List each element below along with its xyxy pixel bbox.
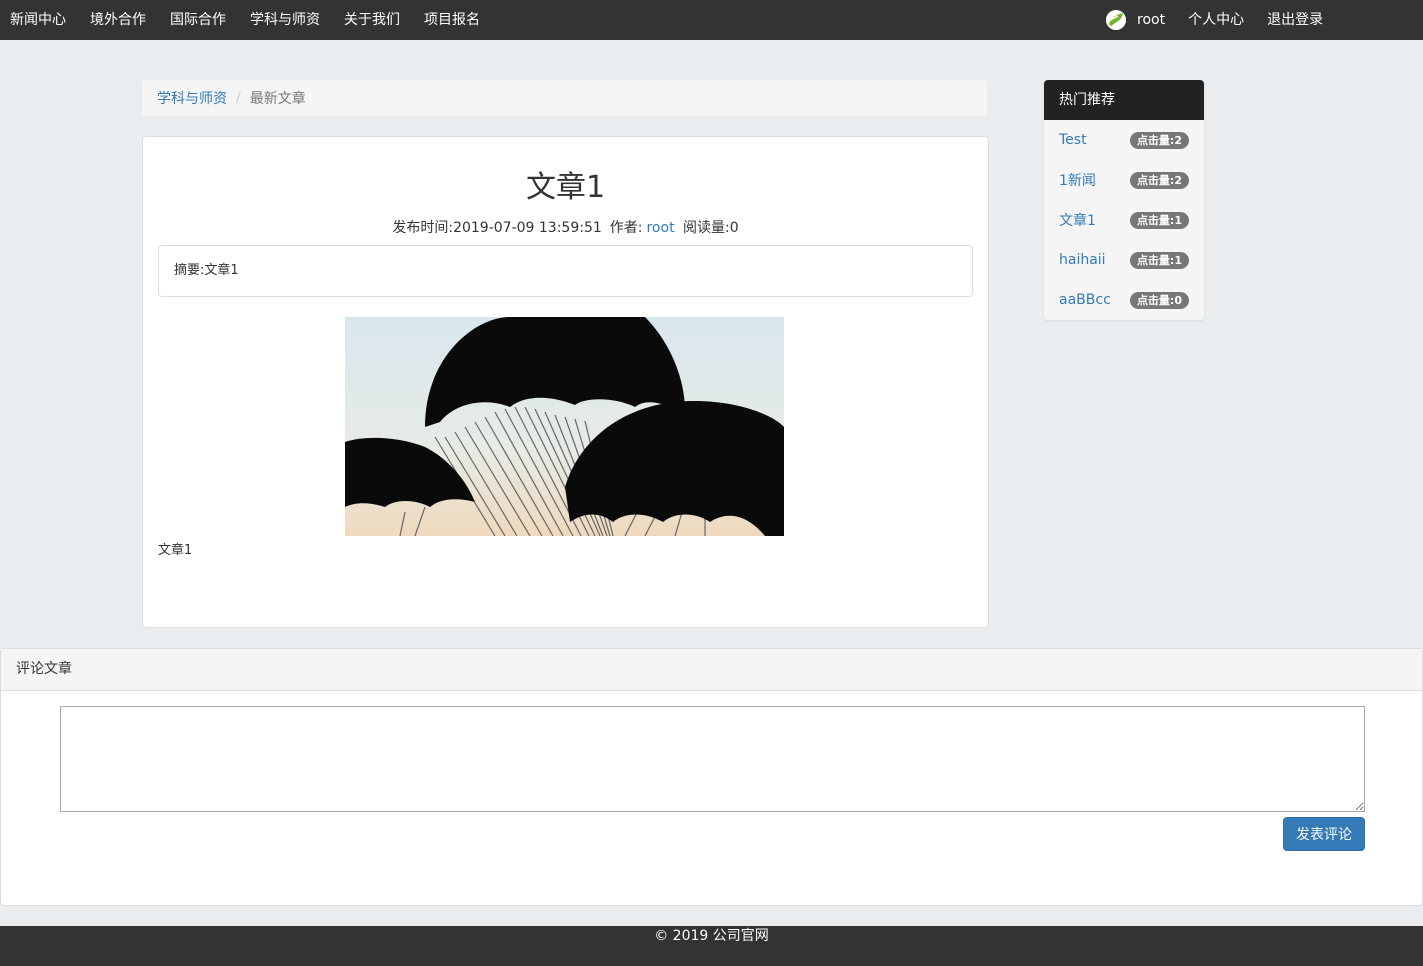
article-body: 文章1 [158,543,193,558]
hot-item-link[interactable]: haihaii [1059,252,1106,268]
breadcrumb-parent[interactable]: 学科与师资 [157,88,227,108]
hot-title: 热门推荐 [1044,80,1204,120]
nav-item-about[interactable]: 关于我们 [332,0,412,40]
hot-item: haihaii 点击量:1 [1044,240,1204,280]
comment-panel: 评论文章 发表评论 [0,648,1423,906]
user-nav: root 个人中心 退出登录 [1106,0,1323,40]
hot-item-link[interactable]: 文章1 [1059,210,1096,230]
comment-title: 评论文章 [1,649,1422,691]
hot-item-link[interactable]: Test [1059,132,1087,148]
read-count: 阅读量:0 [683,220,739,236]
comment-textarea[interactable] [60,706,1365,812]
click-count-badge: 点击量:1 [1129,251,1189,269]
click-count-badge: 点击量:2 [1129,131,1189,149]
nav-username[interactable]: root [1137,0,1165,40]
breadcrumb-current: 最新文章 [249,91,306,107]
article-summary: 摘要:文章1 [158,245,973,297]
author-label: 作者: [609,220,643,236]
hot-item: Test 点击量:2 [1044,120,1204,160]
click-count-badge: 点击量:1 [1129,211,1189,229]
footer: © 2019 公司官网 [0,926,1423,966]
author-link[interactable]: root [646,220,674,236]
article-image [345,317,784,536]
nav-profile[interactable]: 个人中心 [1188,0,1244,40]
article-meta: 发布时间:2019-07-09 13:59:51 作者: root 阅读量:0 [143,217,988,237]
click-count-badge: 点击量:0 [1129,291,1189,309]
nav-item-overseas[interactable]: 境外合作 [78,0,158,40]
footer-copyright: © 2019 公司官网 [654,928,769,944]
article-title: 文章1 [525,170,606,205]
hot-recommend-panel: 热门推荐 Test 点击量:2 1新闻 点击量:2 文章1 点击量:1 haih… [1044,80,1204,320]
hot-item: 1新闻 点击量:2 [1044,160,1204,200]
nav-item-signup[interactable]: 项目报名 [412,0,492,40]
breadcrumb: 学科与师资 / 最新文章 [142,80,987,116]
nav-item-faculty[interactable]: 学科与师资 [238,0,332,40]
submit-comment-button[interactable]: 发表评论 [1283,817,1365,851]
hot-item: aaBBcc 点击量:0 [1044,280,1204,320]
top-navbar: 新闻中心 境外合作 国际合作 学科与师资 关于我们 项目报名 root 个人中心… [0,0,1423,40]
user-logo-icon [1106,10,1126,30]
hot-item-link[interactable]: 1新闻 [1059,170,1096,190]
nav-logout[interactable]: 退出登录 [1267,0,1323,40]
hot-item: 文章1 点击量:1 [1044,200,1204,240]
nav-item-international[interactable]: 国际合作 [158,0,238,40]
hot-item-link[interactable]: aaBBcc [1059,292,1111,308]
main-nav: 新闻中心 境外合作 国际合作 学科与师资 关于我们 项目报名 [0,0,492,40]
article-panel: 文章1 发布时间:2019-07-09 13:59:51 作者: root 阅读量:… [142,136,989,628]
nav-item-news[interactable]: 新闻中心 [0,0,78,40]
publish-time: 发布时间:2019-07-09 13:59:51 [392,220,602,236]
click-count-badge: 点击量:2 [1129,171,1189,189]
breadcrumb-separator: / [236,90,241,106]
